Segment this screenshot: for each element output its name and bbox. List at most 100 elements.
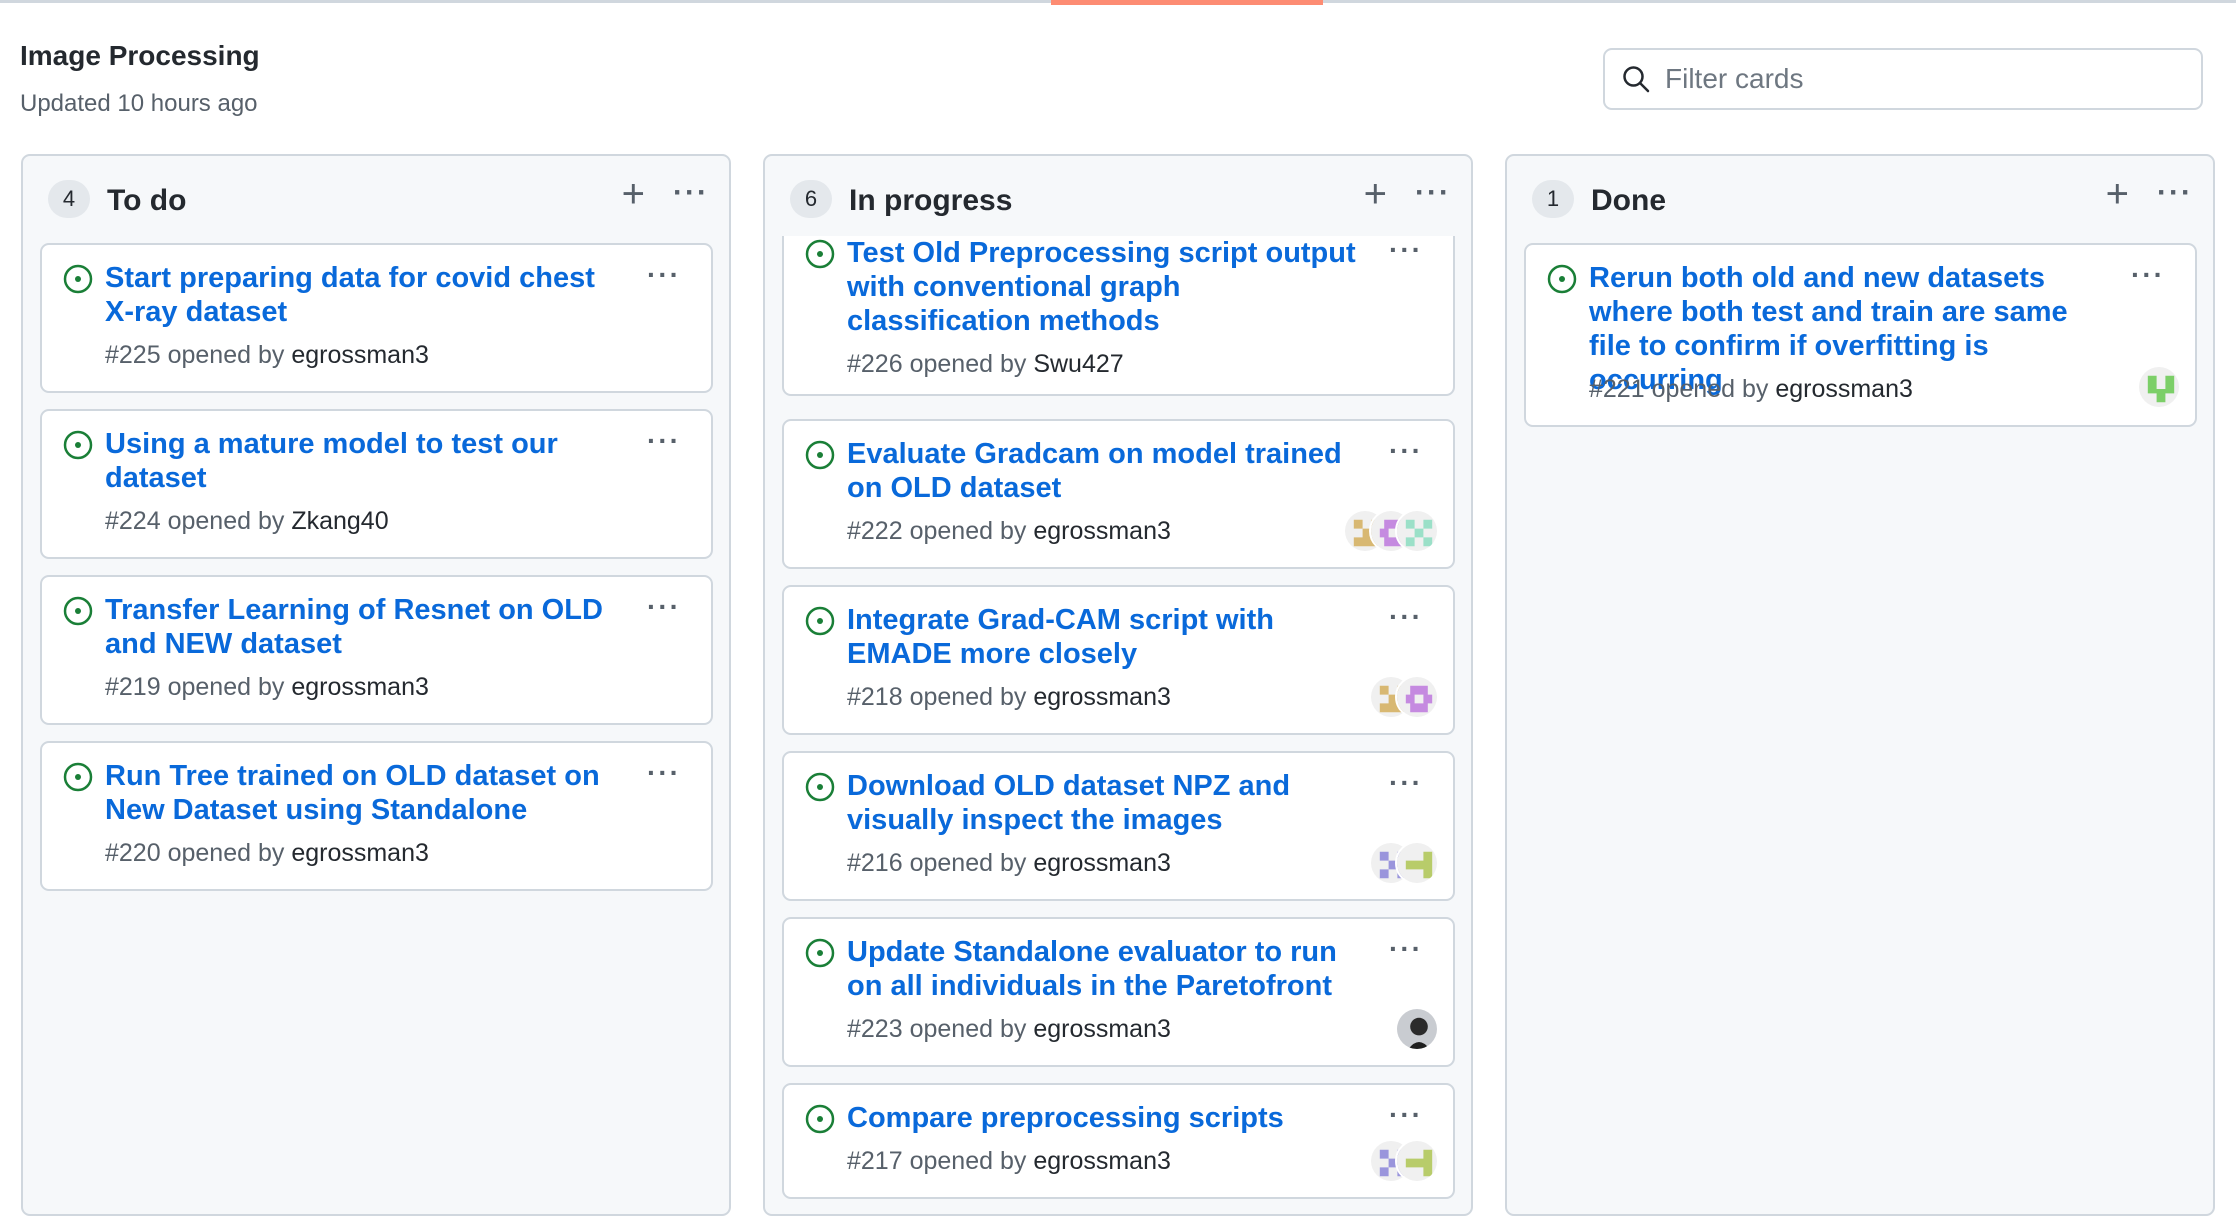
card-menu-button[interactable]: ··· (1389, 767, 1423, 799)
card-menu-button[interactable]: ··· (647, 425, 681, 457)
issue-number: #222 (847, 517, 903, 545)
issue-card[interactable]: Using a mature model to test our dataset… (40, 409, 713, 559)
filter-cards-field[interactable] (1603, 48, 2203, 110)
issue-card[interactable]: Integrate Grad-CAM script with EMADE mor… (782, 585, 1455, 735)
opened-by-label: opened by (909, 350, 1027, 378)
avatar[interactable] (1395, 675, 1439, 719)
open-issue-icon (805, 440, 835, 470)
issue-card[interactable]: Compare preprocessing scripts #217 opene… (782, 1083, 1455, 1199)
card-menu-button[interactable]: ··· (647, 591, 681, 623)
column-menu-button[interactable]: ··· (1415, 178, 1451, 208)
avatar[interactable] (1395, 1007, 1439, 1051)
opened-by-label: opened by (909, 683, 1027, 711)
column-header: 4 To do + ··· (23, 156, 729, 236)
issue-card[interactable]: Evaluate Gradcam on model trained on OLD… (782, 419, 1455, 569)
card-menu-button[interactable]: ··· (647, 259, 681, 291)
avatar[interactable] (1395, 1139, 1439, 1183)
project-updated-time: Updated 10 hours ago (20, 90, 258, 117)
issue-title-link[interactable]: Compare preprocessing scripts (847, 1101, 1367, 1135)
open-issue-icon (805, 239, 835, 269)
open-issue-icon (1547, 264, 1577, 294)
issue-card[interactable]: Rerun both old and new datasets where bo… (1524, 243, 2197, 427)
issue-title-link[interactable]: Run Tree trained on OLD dataset on New D… (105, 759, 625, 827)
author-link[interactable]: egrossman3 (1033, 1015, 1171, 1043)
open-issue-icon (805, 1104, 835, 1134)
column-card-count: 1 (1532, 180, 1574, 218)
issue-meta: #218 opened by egrossman3 (847, 683, 1171, 712)
author-link[interactable]: egrossman3 (1033, 683, 1171, 711)
issue-title-link[interactable]: Evaluate Gradcam on model trained on OLD… (847, 437, 1367, 505)
issue-card[interactable]: Test Old Preprocessing script output wit… (782, 236, 1455, 396)
opened-by-label: opened by (167, 673, 285, 701)
opened-by-label: opened by (167, 839, 285, 867)
issue-title-link[interactable]: Transfer Learning of Resnet on OLD and N… (105, 593, 625, 661)
column-cards: Test Old Preprocessing script output wit… (765, 236, 1471, 1214)
issue-number: #224 (105, 507, 161, 535)
issue-title-link[interactable]: Integrate Grad-CAM script with EMADE mor… (847, 603, 1367, 671)
open-issue-icon (63, 430, 93, 460)
issue-card[interactable]: Start preparing data for covid chest X-r… (40, 243, 713, 393)
issue-card[interactable]: Transfer Learning of Resnet on OLD and N… (40, 575, 713, 725)
card-menu-button[interactable]: ··· (647, 757, 681, 789)
avatar[interactable] (2137, 365, 2181, 409)
opened-by-label: opened by (167, 341, 285, 369)
issue-number: #216 (847, 849, 903, 877)
column-header: 1 Done + ··· (1507, 156, 2213, 236)
author-link[interactable]: egrossman3 (291, 673, 429, 701)
open-issue-icon (63, 264, 93, 294)
column-done: 1 Done + ··· Rerun both old and new data… (1505, 154, 2215, 1216)
issue-number: #223 (847, 1015, 903, 1043)
open-issue-icon (805, 606, 835, 636)
opened-by-label: opened by (909, 849, 1027, 877)
author-link[interactable]: Swu427 (1033, 350, 1123, 378)
column-cards: Rerun both old and new datasets where bo… (1507, 236, 2213, 1214)
filter-cards-input[interactable] (1665, 63, 2185, 95)
assignee-avatars (1369, 1139, 1439, 1183)
column-to-do: 4 To do + ··· Start preparing data for c… (21, 154, 731, 1216)
column-menu-button[interactable]: ··· (673, 178, 709, 208)
column-in-progress: 6 In progress + ··· Test Old Preprocessi… (763, 154, 1473, 1216)
author-link[interactable]: egrossman3 (291, 839, 429, 867)
avatar[interactable] (1395, 509, 1439, 553)
author-link[interactable]: egrossman3 (1775, 375, 1913, 403)
issue-title-link[interactable]: Update Standalone evaluator to run on al… (847, 935, 1367, 1003)
assignee-avatars (1369, 841, 1439, 885)
opened-by-label: opened by (909, 1147, 1027, 1175)
open-issue-icon (63, 596, 93, 626)
assignee-avatars (2137, 365, 2181, 409)
issue-number: #218 (847, 683, 903, 711)
add-card-button[interactable]: + (2106, 174, 2129, 214)
card-menu-button[interactable]: ··· (1389, 435, 1423, 467)
issue-card[interactable]: Run Tree trained on OLD dataset on New D… (40, 741, 713, 891)
column-name: Done (1591, 184, 1666, 217)
column-menu-button[interactable]: ··· (2157, 178, 2193, 208)
add-card-button[interactable]: + (622, 174, 645, 214)
issue-title-link[interactable]: Test Old Preprocessing script output wit… (847, 236, 1367, 338)
issue-meta: #225 opened by egrossman3 (105, 341, 429, 370)
issue-card[interactable]: Download OLD dataset NPZ and visually in… (782, 751, 1455, 901)
issue-title-link[interactable]: Using a mature model to test our dataset (105, 427, 625, 495)
issue-card[interactable]: Update Standalone evaluator to run on al… (782, 917, 1455, 1067)
issue-meta: #223 opened by egrossman3 (847, 1015, 1171, 1044)
author-link[interactable]: egrossman3 (1033, 1147, 1171, 1175)
column-card-count: 6 (790, 180, 832, 218)
author-link[interactable]: egrossman3 (1033, 517, 1171, 545)
avatar[interactable] (1395, 841, 1439, 885)
issue-meta: #216 opened by egrossman3 (847, 849, 1171, 878)
card-menu-button[interactable]: ··· (1389, 236, 1423, 266)
author-link[interactable]: egrossman3 (1033, 849, 1171, 877)
card-menu-button[interactable]: ··· (2131, 259, 2165, 291)
assignee-avatars (1369, 675, 1439, 719)
opened-by-label: opened by (909, 1015, 1027, 1043)
author-link[interactable]: egrossman3 (291, 341, 429, 369)
issue-title-link[interactable]: Download OLD dataset NPZ and visually in… (847, 769, 1367, 837)
open-issue-icon (805, 772, 835, 802)
add-card-button[interactable]: + (1364, 174, 1387, 214)
author-link[interactable]: Zkang40 (291, 507, 388, 535)
issue-title-link[interactable]: Start preparing data for covid chest X-r… (105, 261, 625, 329)
card-menu-button[interactable]: ··· (1389, 1099, 1423, 1131)
project-title: Image Processing (20, 40, 260, 71)
card-menu-button[interactable]: ··· (1389, 933, 1423, 965)
card-menu-button[interactable]: ··· (1389, 601, 1423, 633)
issue-number: #219 (105, 673, 161, 701)
